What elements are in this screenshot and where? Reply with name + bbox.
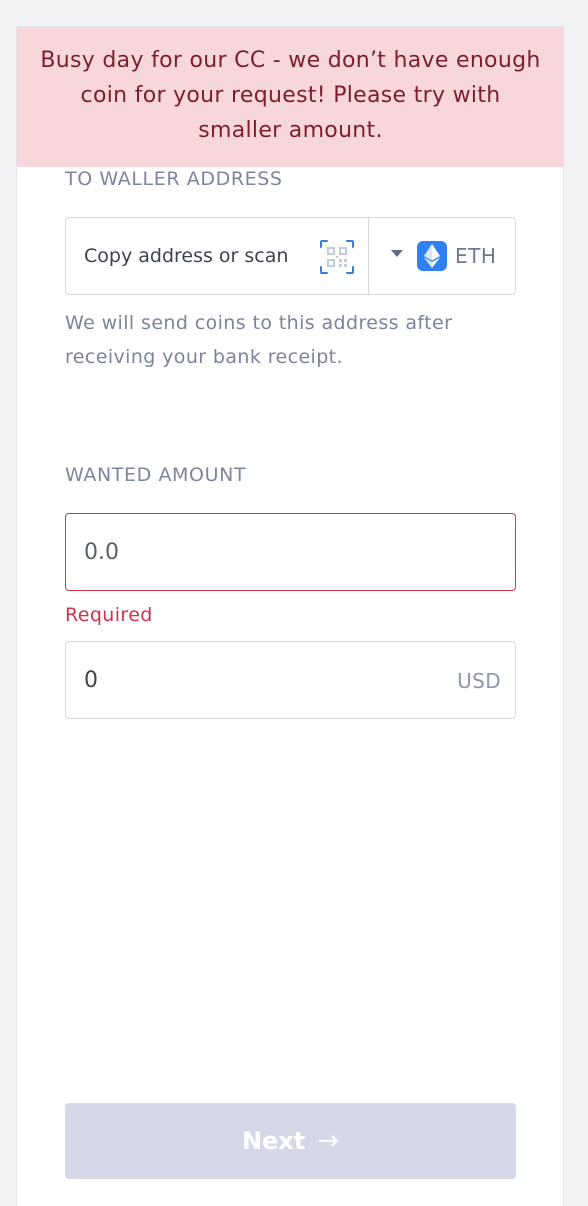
currency-selector[interactable]: ETH — [368, 218, 515, 294]
usd-suffix: USD — [457, 669, 501, 693]
exchange-form-card: Busy day for our CC - we don’t have enou… — [16, 26, 564, 1206]
arrow-right-icon: → — [317, 1126, 340, 1156]
alert-message: Busy day for our CC - we don’t have enou… — [40, 48, 541, 143]
wallet-help-text: We will send coins to this address after… — [65, 312, 453, 368]
wallet-address-input[interactable] — [84, 245, 304, 267]
usd-amount-input[interactable] — [84, 667, 424, 693]
wallet-address-group: ETH — [65, 217, 516, 295]
amount-input[interactable] — [84, 539, 424, 565]
amount-error: Required — [65, 604, 153, 626]
next-button[interactable]: Next → — [65, 1103, 516, 1179]
usd-field[interactable]: USD — [65, 641, 516, 719]
qr-scan-button[interactable] — [318, 238, 356, 276]
next-button-label: Next — [241, 1127, 306, 1155]
amount-field[interactable] — [65, 513, 516, 591]
wallet-address-field[interactable] — [66, 218, 368, 294]
error-alert: Busy day for our CC - we don’t have enou… — [17, 27, 564, 167]
qr-code-icon — [320, 240, 354, 274]
currency-label: ETH — [455, 244, 497, 268]
caret-down-icon — [391, 249, 403, 257]
wanted-amount-label: WANTED AMOUNT — [65, 464, 247, 486]
ethereum-icon — [417, 241, 447, 271]
wallet-address-label: TO WALLER ADDRESS — [65, 168, 283, 190]
